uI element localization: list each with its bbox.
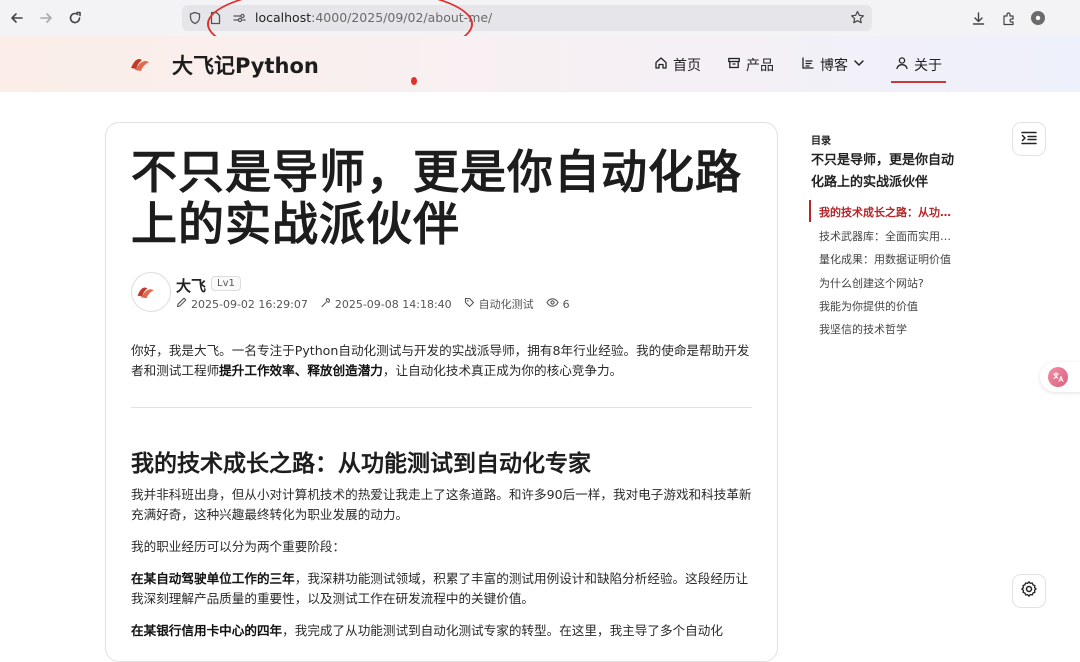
level-badge: Lv1: [211, 276, 241, 291]
toc-item[interactable]: 我能为你提供的价值: [819, 298, 959, 314]
toc-item[interactable]: 我的技术成长之路：从功能测试到自动化专家: [819, 204, 959, 220]
published-text: 2025-09-02 16:29:07: [191, 297, 308, 311]
home-icon: [654, 56, 668, 74]
toc-title[interactable]: 不只是导师，更是你自动化路上的实战派伙伴: [811, 150, 961, 194]
extension-badge: [1031, 11, 1045, 25]
translate-button[interactable]: [1040, 362, 1080, 392]
extensions-icon[interactable]: [996, 6, 1020, 30]
article-meta: 2025-09-02 16:29:07 2025-09-08 14:18:40 …: [176, 296, 582, 312]
avatar[interactable]: [131, 272, 171, 312]
paragraph-4-bold: 在某银行信用卡中心的四年: [131, 623, 283, 638]
paragraph-4-text: ，我完成了从功能测试到自动化测试专家的转型。在这里，我主导了多个自动化: [282, 623, 723, 638]
divider: [131, 407, 752, 408]
published-date: 2025-09-02 16:29:07: [176, 297, 308, 311]
list-icon: [801, 56, 815, 74]
paragraph-1: 我并非科班出身，但从小对计算机技术的热爱让我走上了这条道路。和许多90后一样，我…: [131, 487, 752, 522]
pencil-icon: [176, 297, 187, 311]
translate-icon: [1048, 367, 1068, 387]
reload-icon[interactable]: [63, 6, 87, 30]
paragraph-3-bold: 在某自动驾驶单位工作的三年: [131, 571, 295, 586]
intro-separator: 、: [294, 363, 308, 378]
nav-item-home[interactable]: 首页: [654, 55, 701, 75]
intro-text-end: ，让自动化技术真正成为你的核心竞争力。: [382, 363, 623, 378]
shield-icon[interactable]: [188, 10, 202, 29]
nav-label: 博客: [820, 58, 848, 74]
forward-arrow-icon[interactable]: [34, 6, 58, 30]
toc-item[interactable]: 技术武器库：全面而实用的技能栈: [819, 228, 959, 244]
logo[interactable]: [130, 54, 162, 74]
download-icon[interactable]: [966, 6, 990, 30]
gear-icon: [1020, 580, 1038, 602]
back-arrow-icon[interactable]: [5, 6, 29, 30]
annotation-dot: [411, 77, 417, 85]
nav-item-products[interactable]: 产品: [727, 55, 774, 75]
url-path: :4000/2025/09/02/about-me/: [311, 10, 493, 25]
view-count: 6: [546, 297, 570, 311]
site-title[interactable]: 大飞记Python: [172, 50, 319, 80]
paragraph-4: 在某银行信用卡中心的四年，我完成了从功能测试到自动化测试专家的转型。在这里，我主…: [131, 621, 753, 641]
toc-item[interactable]: 为什么创建这个网站?: [819, 275, 959, 291]
url-host: localhost: [255, 10, 312, 25]
views-text: 6: [562, 297, 570, 311]
browser-toolbar: localhost:4000/2025/09/02/about-me/: [0, 0, 1080, 36]
nav-label: 产品: [746, 58, 774, 74]
intro-paragraph: 你好，我是大飞。一名专注于Python自动化测试与开发的实战派导师，拥有8年行业…: [131, 341, 753, 381]
page-icon[interactable]: [209, 10, 222, 29]
url-text[interactable]: localhost:4000/2025/09/02/about-me/: [255, 10, 492, 25]
article-tag[interactable]: 自动化测试: [464, 296, 534, 312]
nav-item-blog[interactable]: 博客: [801, 55, 865, 75]
account-extension-icon[interactable]: [1026, 6, 1050, 30]
site-header: 大飞记Python 首页 产品 博客 关于: [0, 36, 1080, 92]
paragraph-3: 在某自动驾驶单位工作的三年，我深耕功能测试领域，积累了丰富的测试用例设计和缺陷分…: [131, 569, 753, 609]
nav-label: 关于: [914, 58, 942, 74]
chevron-down-icon: [853, 57, 865, 73]
wrench-icon: [320, 297, 331, 311]
indent-icon: [1021, 130, 1037, 149]
updated-date: 2025-09-08 14:18:40: [320, 297, 452, 311]
paragraph-2: 我的职业经历可以分为两个重要阶段：: [131, 539, 346, 554]
article-title-line-2: 上的实战派伙伴: [131, 197, 460, 251]
eye-icon: [546, 297, 559, 311]
star-icon[interactable]: [850, 10, 865, 29]
tag-text: 自动化测试: [478, 298, 534, 311]
article-title: 不只是导师，更是你自动化路 上的实战派伙伴: [131, 146, 771, 250]
author-name[interactable]: 大飞: [176, 275, 206, 296]
intro-bold-1: 提升工作效率: [219, 363, 295, 378]
user-icon: [895, 56, 909, 74]
tag-icon: [464, 297, 475, 311]
settings-button[interactable]: [1012, 574, 1046, 608]
nav-item-about[interactable]: 关于: [891, 55, 946, 83]
nav-label: 首页: [673, 58, 701, 74]
site-permissions-icon[interactable]: [232, 10, 247, 29]
address-bar[interactable]: localhost:4000/2025/09/02/about-me/: [182, 5, 872, 31]
updated-text: 2025-09-08 14:18:40: [334, 297, 452, 311]
toc-toggle-button[interactable]: [1012, 122, 1046, 156]
toc-label: 目录: [811, 136, 831, 147]
intro-bold-2: 释放创造潜力: [307, 363, 383, 378]
section-heading: 我的技术成长之路：从功能测试到自动化专家: [131, 451, 591, 477]
toc-active-indicator: [809, 200, 811, 222]
toc-item[interactable]: 我坚信的技术哲学: [819, 321, 959, 337]
toc-item[interactable]: 量化成果：用数据证明价值: [819, 251, 959, 267]
article-title-line-1: 不只是导师，更是你自动化路: [131, 145, 742, 199]
box-icon: [727, 56, 741, 74]
